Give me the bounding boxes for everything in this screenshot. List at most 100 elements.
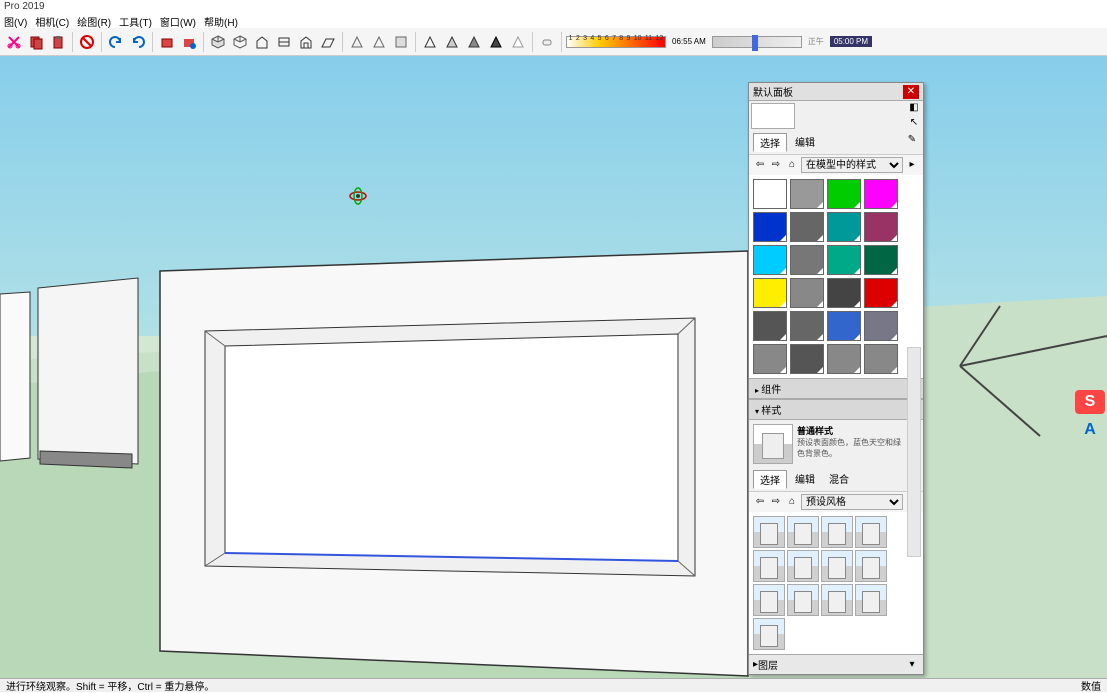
- styles-header[interactable]: 样式: [749, 399, 923, 420]
- tray-close-button[interactable]: ✕: [903, 85, 919, 99]
- menu-view[interactable]: 图(V): [2, 14, 29, 28]
- style-thumb-2[interactable]: [787, 516, 819, 548]
- styles-fwd-icon[interactable]: ⇨: [769, 495, 783, 509]
- menu-window[interactable]: 窗口(W): [158, 14, 198, 28]
- style-thumb-3[interactable]: [821, 516, 853, 548]
- cut-icon[interactable]: [4, 32, 24, 52]
- layers-header[interactable]: ▸ 图层 ▾: [749, 654, 923, 674]
- time-slider-handle[interactable]: [752, 35, 758, 51]
- style-thumb-8[interactable]: [855, 550, 887, 582]
- house-top-icon[interactable]: [274, 32, 294, 52]
- style8-icon[interactable]: [508, 32, 528, 52]
- styles-back-icon[interactable]: ⇦: [753, 495, 767, 509]
- arrow-icon[interactable]: ↖: [907, 117, 921, 131]
- pencil-icon[interactable]: ✎: [905, 133, 919, 147]
- style3-icon[interactable]: [391, 32, 411, 52]
- components-header[interactable]: 组件: [749, 378, 923, 399]
- layers-menu-icon[interactable]: ▾: [905, 658, 919, 672]
- style-thumb-10[interactable]: [787, 584, 819, 616]
- color-swatch-23[interactable]: [864, 344, 898, 374]
- menu-camera[interactable]: 相机(C): [33, 14, 71, 28]
- color-swatch-22[interactable]: [827, 344, 861, 374]
- fwd-icon[interactable]: ⇨: [769, 158, 783, 172]
- color-swatch-18[interactable]: [827, 311, 861, 341]
- color-swatch-4[interactable]: [753, 212, 787, 242]
- color-swatch-17[interactable]: [790, 311, 824, 341]
- style1-icon[interactable]: [347, 32, 367, 52]
- month-slider[interactable]: 1 2 3 4 5 6 7 8 9 10 11 12: [566, 36, 666, 48]
- color-swatch-5[interactable]: [790, 212, 824, 242]
- iso-wire-icon[interactable]: [230, 32, 250, 52]
- current-style-thumb[interactable]: [753, 424, 793, 464]
- style-thumb-5[interactable]: [753, 550, 785, 582]
- color-swatch-8[interactable]: [753, 245, 787, 275]
- color-swatch-7[interactable]: [864, 212, 898, 242]
- color-swatch-21[interactable]: [790, 344, 824, 374]
- time-slider[interactable]: [712, 36, 802, 48]
- styles-toolbar: ⇦ ⇨ ⌂ 预设风格 ▸: [749, 492, 923, 512]
- style-thumb-9[interactable]: [753, 584, 785, 616]
- tab-select[interactable]: 选择: [753, 133, 787, 152]
- style-thumb-6[interactable]: [787, 550, 819, 582]
- redo-icon[interactable]: [128, 32, 148, 52]
- paste-icon[interactable]: [48, 32, 68, 52]
- box-blue-icon[interactable]: [179, 32, 199, 52]
- viewport-3d[interactable]: [0, 56, 1107, 678]
- color-swatch-1[interactable]: [790, 179, 824, 209]
- house-persp-icon[interactable]: [318, 32, 338, 52]
- color-swatch-9[interactable]: [790, 245, 824, 275]
- color-swatch-6[interactable]: [827, 212, 861, 242]
- styles-library-combo[interactable]: 预设风格: [801, 494, 903, 510]
- style6-icon[interactable]: [464, 32, 484, 52]
- copy-icon[interactable]: [26, 32, 46, 52]
- eraser-icon[interactable]: [537, 32, 557, 52]
- style4-icon[interactable]: [420, 32, 440, 52]
- color-swatch-20[interactable]: [753, 344, 787, 374]
- tab-edit[interactable]: 编辑: [789, 133, 821, 152]
- delete-icon[interactable]: [77, 32, 97, 52]
- color-swatch-0[interactable]: [753, 179, 787, 209]
- tray-titlebar[interactable]: 默认面板 ✕: [749, 83, 923, 101]
- color-swatch-13[interactable]: [790, 278, 824, 308]
- color-swatch-3[interactable]: [864, 179, 898, 209]
- style2-icon[interactable]: [369, 32, 389, 52]
- style7-icon[interactable]: [486, 32, 506, 52]
- color-swatch-10[interactable]: [827, 245, 861, 275]
- cube-icon[interactable]: ◧: [907, 102, 921, 116]
- iso-box-icon[interactable]: [208, 32, 228, 52]
- color-swatch-15[interactable]: [864, 278, 898, 308]
- color-swatch-16[interactable]: [753, 311, 787, 341]
- materials-library-combo[interactable]: 在模型中的样式: [801, 157, 903, 173]
- menu-help[interactable]: 帮助(H): [202, 14, 240, 28]
- color-swatch-14[interactable]: [827, 278, 861, 308]
- home-icon[interactable]: ⌂: [785, 158, 799, 172]
- styles-tab-select[interactable]: 选择: [753, 470, 787, 489]
- menu-tools[interactable]: 工具(T): [117, 14, 154, 28]
- material-thumb[interactable]: [751, 103, 795, 129]
- style-thumb-12[interactable]: [855, 584, 887, 616]
- style-thumb-4[interactable]: [855, 516, 887, 548]
- color-scrollbar[interactable]: [907, 347, 921, 557]
- house-side-icon[interactable]: [296, 32, 316, 52]
- box-red-icon[interactable]: [157, 32, 177, 52]
- undo-icon[interactable]: [106, 32, 126, 52]
- style-thumb-11[interactable]: [821, 584, 853, 616]
- house-front-icon[interactable]: [252, 32, 272, 52]
- styles-tab-mix[interactable]: 混合: [823, 470, 855, 489]
- edge-a-icon[interactable]: A: [1075, 418, 1105, 442]
- style5-icon[interactable]: [442, 32, 462, 52]
- sogou-icon[interactable]: S: [1075, 390, 1105, 414]
- styles-home-icon[interactable]: ⌂: [785, 495, 799, 509]
- color-swatch-12[interactable]: [753, 278, 787, 308]
- style-thumb-13[interactable]: [753, 618, 785, 650]
- color-swatch-11[interactable]: [864, 245, 898, 275]
- style-thumb-7[interactable]: [821, 550, 853, 582]
- styles-tab-edit[interactable]: 编辑: [789, 470, 821, 489]
- menu-draw[interactable]: 绘图(R): [75, 14, 113, 28]
- back-icon[interactable]: ⇦: [753, 158, 767, 172]
- style-thumb-1[interactable]: [753, 516, 785, 548]
- color-swatch-19[interactable]: [864, 311, 898, 341]
- detail-icon[interactable]: ▸: [905, 158, 919, 172]
- color-swatch-2[interactable]: [827, 179, 861, 209]
- status-bar: 进行环绕观察。Shift = 平移，Ctrl = 重力悬停。 数值: [0, 678, 1107, 692]
